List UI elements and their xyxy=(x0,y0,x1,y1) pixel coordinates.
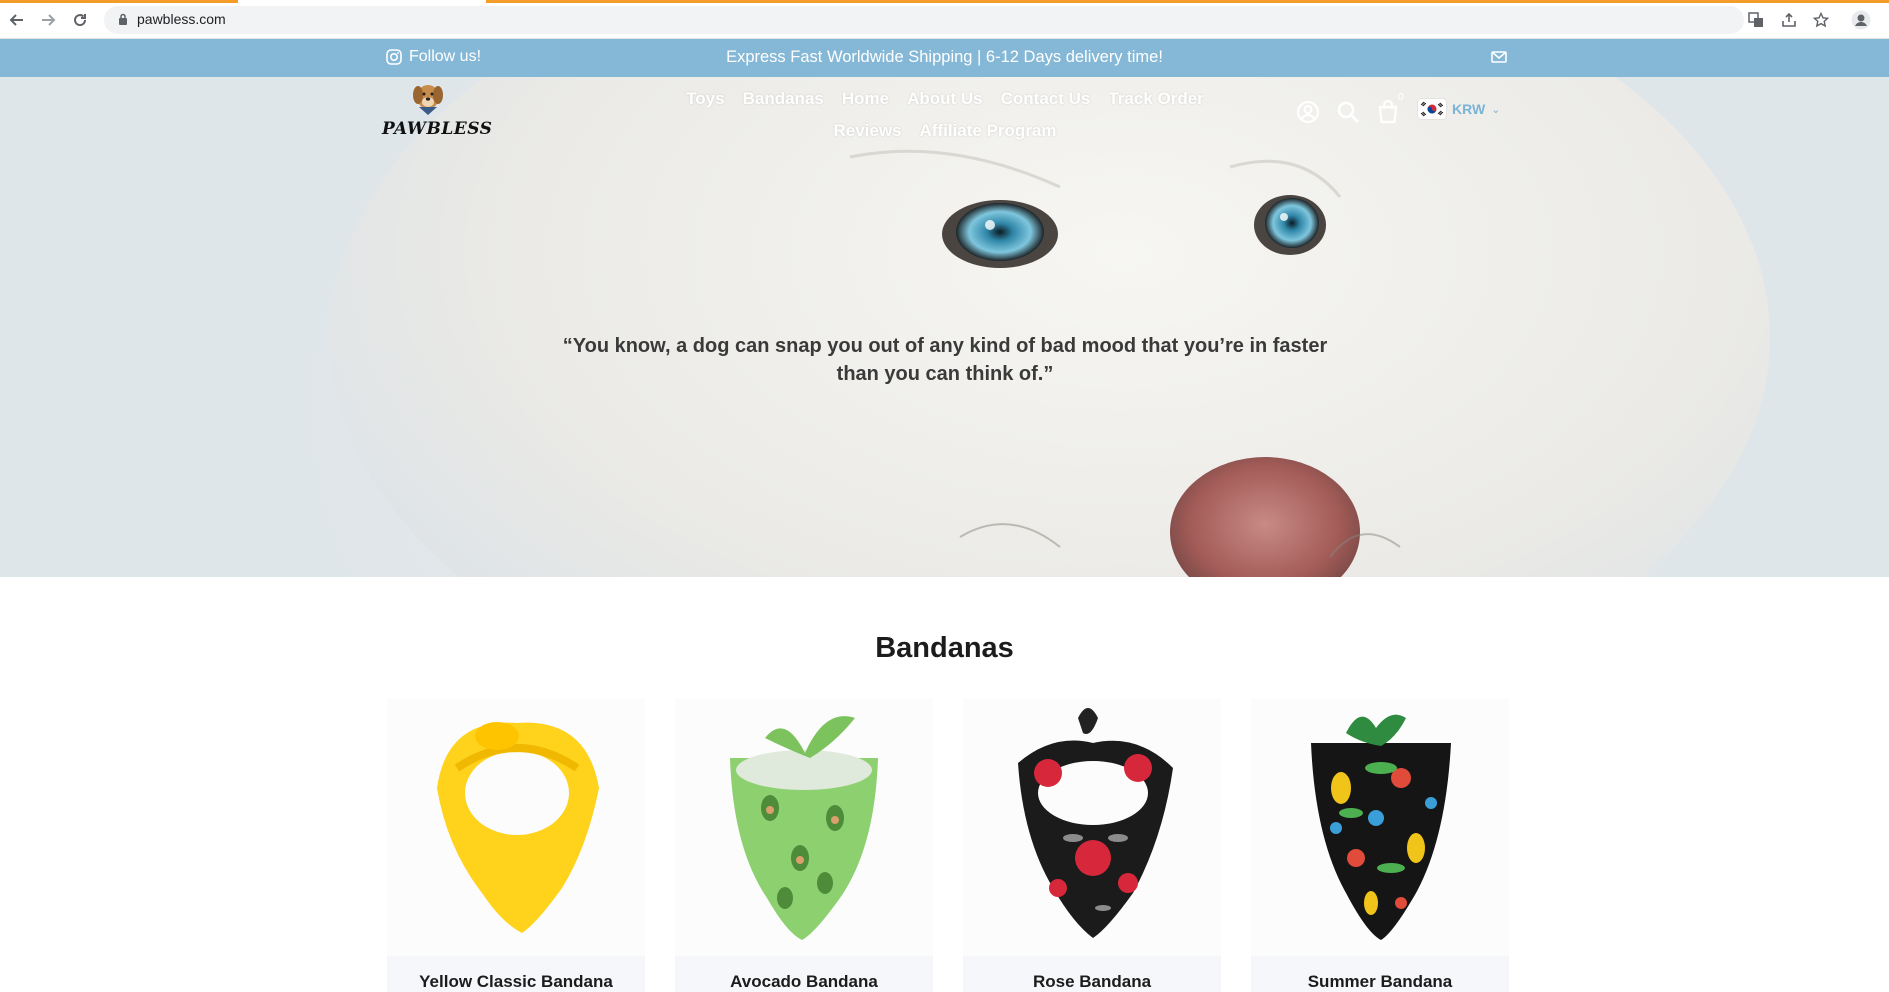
announcement-bar: Follow us! Express Fast Worldwide Shippi… xyxy=(0,39,1889,77)
share-icon[interactable] xyxy=(1779,10,1799,30)
logo-text: PAWBLESS xyxy=(382,119,493,139)
dog-logo-icon xyxy=(413,85,443,115)
url-text: pawbless.com xyxy=(137,11,226,27)
nav-contact-us[interactable]: Contact Us xyxy=(1001,83,1091,115)
main-navigation: Toys Bandanas Home About Us Contact Us Track … xyxy=(660,83,1230,147)
bookmark-star-icon[interactable] xyxy=(1811,10,1831,30)
currency-selector[interactable]: KRW ⌄ xyxy=(1418,99,1500,119)
product-name[interactable]: Avocado Bandana xyxy=(675,972,933,992)
product-image-rose-bandana[interactable] xyxy=(963,698,1221,956)
product-image-avocado-bandana[interactable] xyxy=(675,698,933,956)
korea-flag-icon xyxy=(1418,99,1446,119)
address-bar[interactable]: pawbless.com xyxy=(104,6,1744,34)
product-card[interactable]: Yellow Classic Bandana xyxy=(387,698,645,992)
product-name[interactable]: Yellow Classic Bandana xyxy=(387,972,645,992)
hero-banner: PAWBLESS Toys Bandanas Home About Us Contact… xyxy=(0,77,1889,577)
browser-toolbar: pawbless.com xyxy=(0,0,1889,39)
profile-icon[interactable] xyxy=(1851,10,1871,30)
product-name[interactable]: Rose Bandana xyxy=(963,972,1221,992)
product-image-yellow-bandana[interactable] xyxy=(387,698,645,956)
nav-bandanas[interactable]: Bandanas xyxy=(743,83,824,115)
shipping-message: Express Fast Worldwide Shipping | 6-12 D… xyxy=(726,48,1163,66)
nav-track-order[interactable]: Track Order xyxy=(1108,83,1203,115)
pawbless-logo[interactable]: PAWBLESS xyxy=(382,81,493,143)
reload-icon[interactable] xyxy=(70,10,90,30)
nav-reviews[interactable]: Reviews xyxy=(833,115,901,147)
husky-photo xyxy=(330,77,1770,577)
account-icon[interactable] xyxy=(1295,99,1321,125)
nav-affiliate-program[interactable]: Affiliate Program xyxy=(920,115,1057,147)
page-loading-bar xyxy=(0,0,238,3)
cart-count: 0 xyxy=(1398,92,1404,103)
translate-icon[interactable] xyxy=(1746,10,1766,30)
product-image-summer-bandana[interactable] xyxy=(1251,698,1509,956)
nav-about-us[interactable]: About Us xyxy=(907,83,983,115)
nav-home[interactable]: Home xyxy=(842,83,889,115)
page-loading-bar-right xyxy=(486,0,1889,3)
back-icon[interactable] xyxy=(7,10,27,30)
hero-quote: “You know, a dog can snap you out of any… xyxy=(562,335,1328,385)
currency-code: KRW xyxy=(1452,101,1486,117)
forward-icon[interactable] xyxy=(38,10,58,30)
product-card[interactable]: Summer Bandana xyxy=(1251,698,1509,992)
lock-icon xyxy=(119,13,127,25)
nav-toys[interactable]: Toys xyxy=(686,83,724,115)
chevron-down-icon: ⌄ xyxy=(1491,102,1501,116)
product-name[interactable]: Summer Bandana xyxy=(1251,972,1509,992)
search-icon[interactable] xyxy=(1335,99,1361,125)
mail-icon[interactable] xyxy=(1491,51,1507,63)
section-title: Bandanas xyxy=(875,632,1014,664)
product-card[interactable]: Avocado Bandana xyxy=(675,698,933,992)
product-card[interactable]: Rose Bandana xyxy=(963,698,1221,992)
